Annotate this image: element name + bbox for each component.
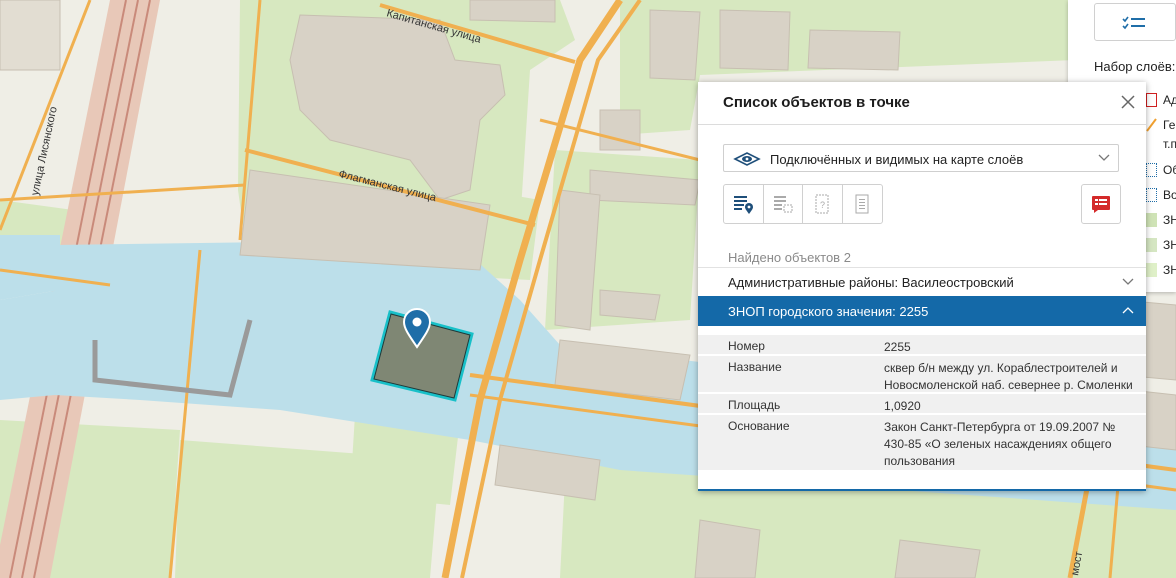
eye-layers-icon [733,152,761,166]
layer-swatch [1146,238,1157,252]
attribute-value: 1,0920 [884,399,921,413]
attribute-key: Площадь [728,398,781,412]
result-item-admin-district[interactable]: Административные районы: Василеостровски… [698,267,1146,297]
attribute-row-area: Площадь 1,0920 [698,394,1146,413]
attribute-key: Название [728,360,782,374]
popup-title: Список объектов в точке [723,94,910,111]
attribute-key: Основание [728,419,790,433]
result-item-znop[interactable]: ЗНОП городского значения: 2255 [698,296,1146,326]
layer-item-label: Во [1163,188,1176,202]
layer-item-label: т.п [1163,137,1176,151]
list-by-area-button[interactable] [764,185,803,223]
layers-list-button[interactable] [1094,3,1176,41]
layer-swatch [1146,93,1157,107]
chevron-down-icon [1122,278,1134,285]
layer-swatch [1146,163,1157,177]
layer-item-label: Об [1163,163,1176,177]
attribute-value: 2255 [884,340,911,354]
divider [698,124,1146,125]
svg-text:?: ? [820,200,825,210]
objects-at-point-popup: Список объектов в точке Подключённых и в… [698,82,1146,491]
select-area-button[interactable]: ? [803,185,843,223]
layer-swatch [1146,188,1157,202]
chevron-up-icon [1122,307,1134,314]
layer-item-label: Ге [1163,118,1176,132]
area-select-icon: ? [815,194,829,214]
checklist-icon [1122,16,1145,30]
found-count: Найдено объектов 2 [728,250,851,265]
layer-swatch [1146,263,1157,277]
report-icon [1092,196,1110,213]
list-by-point-button[interactable] [724,185,764,223]
attribute-value: сквер б/н между ул. Кораблестроителей и … [884,361,1133,392]
document-icon [855,194,869,214]
list-area-icon [773,196,793,213]
result-item-label: ЗНОП городского значения: 2255 [728,304,929,319]
layer-item-label: ЗН [1163,238,1176,252]
layer-swatch [1146,213,1157,227]
layer-item-label: Ад [1163,93,1176,107]
attribute-row-name: Название сквер б/н между ул. Кораблестро… [698,356,1146,392]
attribute-value: Закон Санкт-Петербурга от 19.09.2007 № 4… [884,420,1116,468]
view-mode-toolbar: ? [723,184,883,224]
layer-filter-select[interactable]: Подключённых и видимых на карте слоёв [723,144,1119,172]
attribute-row-basis: Основание Закон Санкт-Петербурга от 19.0… [698,415,1146,470]
popup-bottom-border [698,489,1146,491]
layer-item-label: ЗН [1163,213,1176,227]
layer-item-label: ЗН [1163,263,1176,277]
line-layer-icon [1146,118,1157,132]
attribute-row-number: Номер 2255 [698,335,1146,354]
document-button[interactable] [843,185,882,223]
chevron-down-icon [1098,154,1110,161]
layers-set-title: Набор слоёв: [1094,59,1176,74]
attribute-key: Номер [728,339,765,353]
report-button[interactable] [1081,184,1121,224]
result-item-label: Административные районы: Василеостровски… [728,275,1014,290]
list-marker-icon [734,196,754,214]
layer-filter-label: Подключённых и видимых на карте слоёв [770,152,1024,167]
close-icon[interactable] [1120,94,1136,110]
